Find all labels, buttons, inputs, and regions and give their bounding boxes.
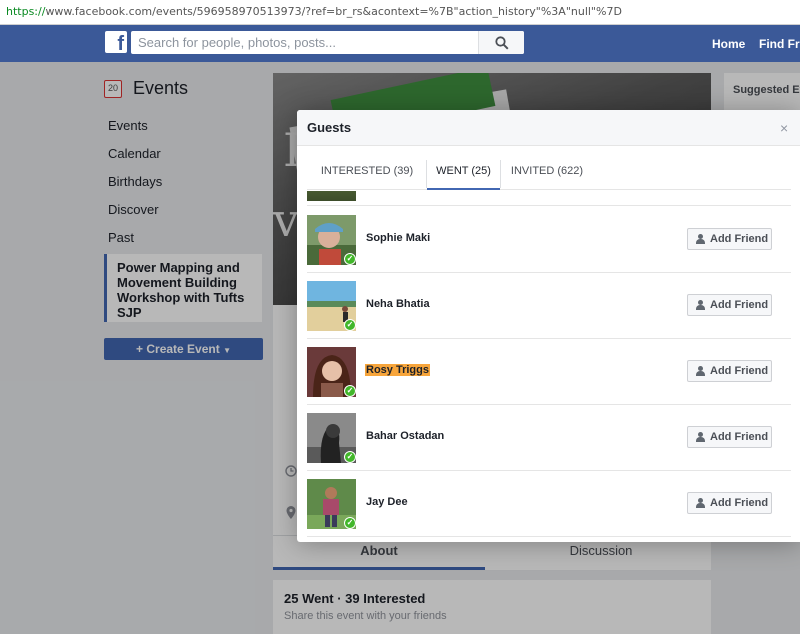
guest-tabs: INTERESTED (39) WENT (25) INVITED (622) [307, 146, 791, 190]
guest-photo[interactable]: ✓ [307, 215, 356, 265]
add-friend-label: Add Friend [710, 497, 769, 509]
tab-invited[interactable]: INVITED (622) [507, 146, 587, 190]
guest-name[interactable]: Neha Bhatia [366, 298, 430, 310]
add-friend-label: Add Friend [710, 233, 769, 245]
url-scheme: https:// [6, 5, 46, 18]
went-check-icon: ✓ [344, 253, 356, 265]
guest-name[interactable]: Jay Dee [366, 496, 408, 508]
guest-row: ✓ Jay Dee Add Friend [307, 471, 791, 537]
guest-row: ✓ Rosy Triggs Add Friend [307, 339, 791, 405]
add-friend-button[interactable]: Add Friend [687, 360, 772, 382]
guest-photo[interactable]: ✓ [307, 413, 356, 463]
add-person-icon [696, 234, 705, 244]
guest-name-highlighted[interactable]: Rosy Triggs [365, 364, 430, 376]
went-check-icon: ✓ [344, 385, 356, 397]
search-input[interactable]: Search for people, photos, posts... [131, 31, 524, 54]
list-item [307, 191, 791, 206]
guest-photo[interactable] [307, 191, 356, 201]
add-friend-button[interactable]: Add Friend [687, 426, 772, 448]
tab-separator [500, 160, 501, 188]
nav-find-friends-link[interactable]: Find Frie [759, 37, 800, 51]
add-friend-button[interactable]: Add Friend [687, 228, 772, 250]
add-person-icon [696, 498, 705, 508]
url-path: www.facebook.com/events/596958970513973/… [45, 5, 622, 18]
went-check-icon: ✓ [344, 517, 356, 529]
add-person-icon [696, 366, 705, 376]
search-placeholder: Search for people, photos, posts... [138, 35, 337, 50]
guests-dialog: Guests × INTERESTED (39) WENT (25) INVIT… [297, 110, 800, 542]
dialog-header: Guests × [297, 110, 800, 146]
browser-url-bar[interactable]: https://www.facebook.com/events/59695897… [0, 0, 800, 25]
add-friend-button[interactable]: Add Friend [687, 492, 772, 514]
guest-name[interactable]: Sophie Maki [366, 232, 430, 244]
close-icon[interactable]: × [780, 120, 788, 136]
search-icon [495, 36, 509, 50]
search-button[interactable] [478, 31, 524, 54]
guest-photo[interactable]: ✓ [307, 281, 356, 331]
add-friend-label: Add Friend [710, 299, 769, 311]
guest-photo[interactable]: ✓ [307, 479, 356, 529]
url-text[interactable]: https://www.facebook.com/events/59695897… [6, 5, 622, 18]
add-friend-button[interactable]: Add Friend [687, 294, 772, 316]
dialog-title: Guests [307, 120, 352, 135]
went-check-icon: ✓ [344, 319, 356, 331]
tab-interested[interactable]: INTERESTED (39) [317, 146, 417, 190]
add-person-icon [696, 432, 705, 442]
nav-home-link[interactable]: Home [712, 37, 745, 51]
add-friend-label: Add Friend [710, 431, 769, 443]
guest-row: ✓ Sophie Maki Add Friend [307, 207, 791, 273]
tab-went[interactable]: WENT (25) [427, 146, 500, 190]
guest-name[interactable]: Bahar Ostadan [366, 430, 444, 442]
add-friend-label: Add Friend [710, 365, 769, 377]
facebook-logo[interactable]: f [105, 31, 127, 55]
guest-row: ✓ Neha Bhatia Add Friend [307, 273, 791, 339]
guest-list[interactable]: ✓ Sophie Maki Add Friend ✓ Neha Bhatia A… [307, 191, 791, 542]
top-navigation-bar: f Search for people, photos, posts... Ho… [0, 25, 800, 62]
add-person-icon [696, 300, 705, 310]
went-check-icon: ✓ [344, 451, 356, 463]
guest-photo[interactable]: ✓ [307, 347, 356, 397]
guest-row: ✓ Bahar Ostadan Add Friend [307, 405, 791, 471]
